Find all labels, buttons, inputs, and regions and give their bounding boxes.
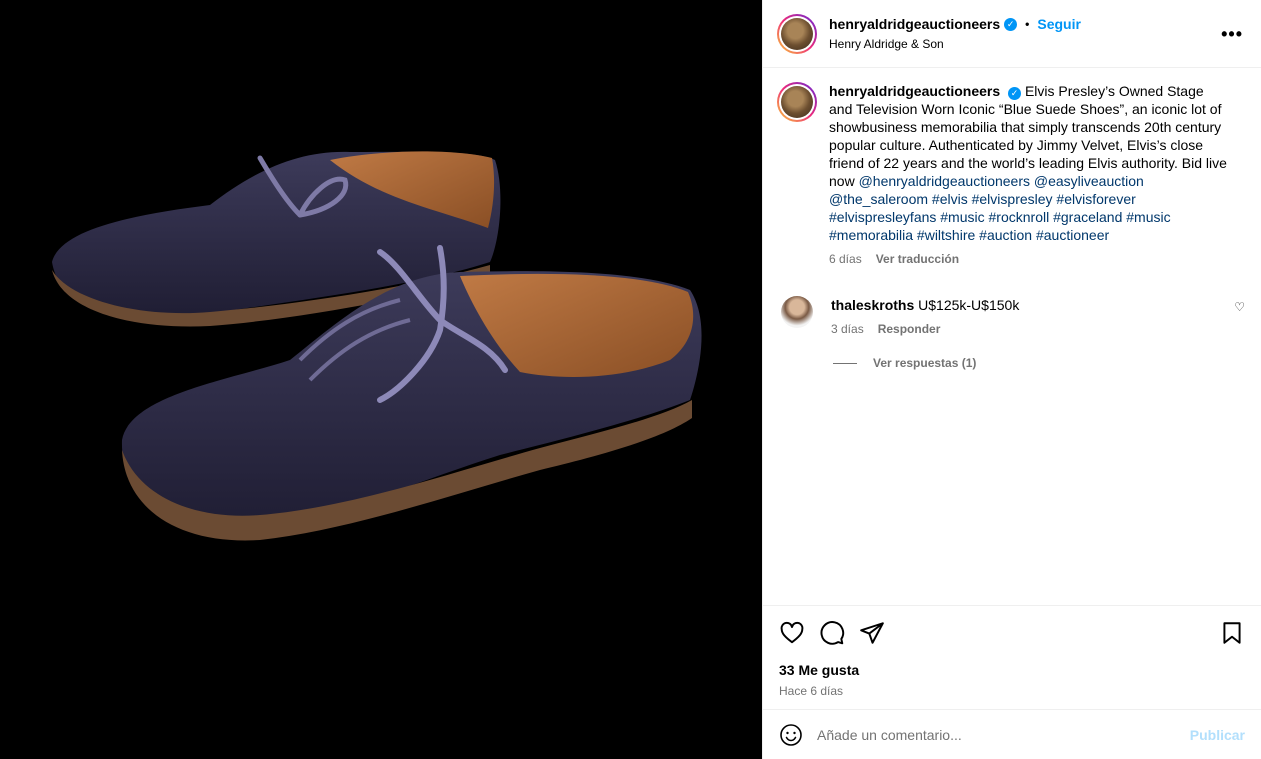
- likes-count[interactable]: 33 Me gusta: [779, 662, 1245, 678]
- separator-dot: •: [1025, 17, 1030, 31]
- post-image[interactable]: [0, 0, 762, 759]
- caption: henryaldridgeauctioneers ✓ Elvis Presley…: [777, 82, 1245, 266]
- publish-button[interactable]: Publicar: [1190, 727, 1245, 743]
- verified-badge-icon: ✓: [1004, 17, 1018, 31]
- avatar-image: [781, 86, 813, 118]
- commenter-avatar[interactable]: [781, 296, 813, 328]
- caption-text: henryaldridgeauctioneers ✓ Elvis Presley…: [829, 82, 1229, 244]
- translate-button[interactable]: Ver traducción: [876, 252, 959, 266]
- action-bar: 33 Me gusta Hace 6 días: [763, 605, 1261, 709]
- comment-meta: 3 días Responder: [831, 322, 1019, 336]
- replies-divider: [833, 362, 857, 364]
- author-subtitle[interactable]: Henry Aldridge & Son: [829, 37, 1081, 51]
- post-time[interactable]: Hace 6 días: [779, 684, 1245, 698]
- comment-time[interactable]: 3 días: [831, 322, 864, 336]
- comment-body: U$125k-U$150k: [918, 297, 1020, 313]
- comment-item: thaleskroths U$125k-U$150k 3 días Respon…: [777, 296, 1245, 336]
- avatar-image: [781, 17, 813, 50]
- comment-like-heart-icon[interactable]: ♡: [1234, 300, 1245, 314]
- post-header: henryaldridgeauctioneers ✓ • Seguir Henr…: [763, 0, 1261, 68]
- comment-composer: Publicar: [763, 709, 1261, 759]
- verified-badge-icon: ✓: [1008, 86, 1022, 100]
- comment-text: thaleskroths U$125k-U$150k: [831, 296, 1019, 314]
- follow-button[interactable]: Seguir: [1037, 16, 1081, 32]
- author-avatar[interactable]: [777, 13, 817, 54]
- caption-meta: 6 días Ver traducción: [829, 252, 1229, 266]
- heart-icon[interactable]: [779, 620, 805, 646]
- view-replies-button[interactable]: Ver respuestas (1): [833, 356, 1245, 370]
- comments-area: henryaldridgeauctioneers ✓ Elvis Presley…: [763, 68, 1261, 605]
- caption-username[interactable]: henryaldridgeauctioneers: [829, 83, 1000, 99]
- author-username[interactable]: henryaldridgeauctioneers: [829, 16, 1000, 32]
- comment-username[interactable]: thaleskroths: [831, 297, 914, 313]
- emoji-icon[interactable]: [779, 723, 803, 747]
- caption-tags[interactable]: @henryaldridgeauctioneers @easyliveaucti…: [829, 173, 1171, 243]
- blue-suede-shoes-image: [52, 151, 702, 541]
- send-icon[interactable]: [859, 620, 885, 646]
- post-dialog: henryaldridgeauctioneers ✓ • Seguir Henr…: [0, 0, 1261, 759]
- post-sidebar: henryaldridgeauctioneers ✓ • Seguir Henr…: [762, 0, 1261, 759]
- caption-time[interactable]: 6 días: [829, 252, 862, 266]
- bookmark-icon[interactable]: [1219, 620, 1245, 646]
- comment-icon[interactable]: [819, 620, 845, 646]
- view-replies-label: Ver respuestas (1): [873, 356, 977, 370]
- caption-avatar[interactable]: [777, 82, 817, 122]
- comment-input[interactable]: [817, 726, 1190, 743]
- reply-button[interactable]: Responder: [878, 322, 941, 336]
- more-options-icon[interactable]: •••: [1221, 24, 1243, 45]
